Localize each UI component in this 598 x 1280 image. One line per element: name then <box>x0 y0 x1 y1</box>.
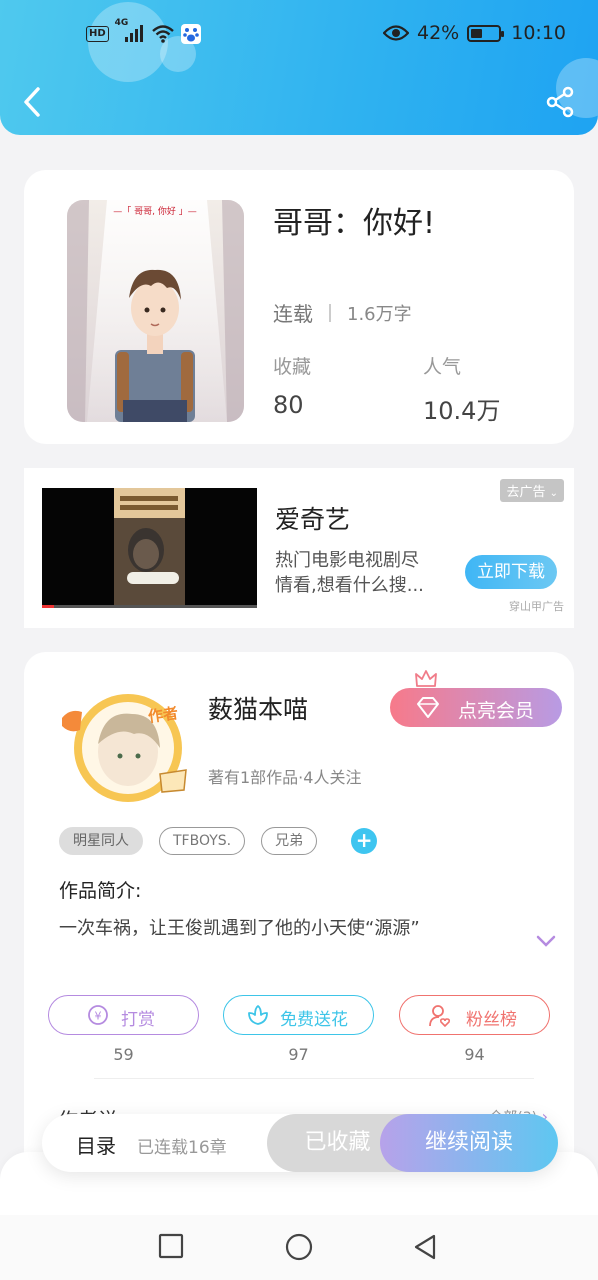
book-meta: 连载 1.6万字 <box>273 298 412 327</box>
share-icon[interactable] <box>544 86 576 118</box>
flower-count: 97 <box>288 1045 309 1064</box>
divider <box>329 303 331 322</box>
send-flower-button[interactable]: 免费送花 <box>223 995 374 1035</box>
author-name: 薮猫本喵 <box>208 695 309 724</box>
home-button[interactable] <box>285 1233 313 1261</box>
recent-apps-button[interactable] <box>158 1233 184 1259</box>
battery-percent: 42% <box>417 22 460 44</box>
ad-title: 爱奇艺 <box>275 505 351 534</box>
continue-reading-button[interactable]: 继续阅读 <box>380 1114 558 1172</box>
nav-back-button[interactable] <box>412 1233 438 1261</box>
fan-ranking-button[interactable]: 粉丝榜 <box>399 995 550 1035</box>
intro-text: 一次车祸，让王俊凯遇到了他的小天使“源源” <box>59 918 420 939</box>
divider <box>94 1078 534 1079</box>
favorites-label: 收藏 <box>273 356 312 378</box>
book-cover[interactable]: —「 哥哥, 你好 」— <box>67 200 244 422</box>
crown-icon <box>415 670 437 690</box>
reward-label: 打赏 <box>121 1010 155 1030</box>
svg-text:—「 哥哥, 你好 」—: —「 哥哥, 你好 」— <box>113 205 196 217</box>
reader-action-bar: 目录 已连载16章 已收藏 继续阅读 <box>42 1114 558 1172</box>
fan-count: 94 <box>464 1045 485 1064</box>
tag-chip[interactable]: TFBOYS. <box>159 827 246 855</box>
fan-icon <box>429 1005 451 1028</box>
book-title: 哥哥：你好! <box>273 206 436 241</box>
ad-banner[interactable]: 爱奇艺 热门电影电视剧尽情看,想看什么搜... 去广告 ⌄ 立即下载 穿山甲广告 <box>24 468 574 628</box>
chevron-down-icon: ⌄ <box>549 488 558 499</box>
reward-button[interactable]: ¥ 打赏 <box>48 995 199 1035</box>
toc-button[interactable]: 目录 <box>76 1130 116 1159</box>
status-bar: HD 4G 42% 10:10 <box>0 18 598 48</box>
remove-ad-label: 去广告 <box>506 485 546 500</box>
chevron-down-icon[interactable] <box>536 934 556 948</box>
system-nav-bar <box>0 1215 598 1280</box>
paw-app-icon <box>180 24 201 44</box>
back-button[interactable] <box>18 84 48 120</box>
word-count: 1.6万字 <box>347 303 412 325</box>
svg-text:¥: ¥ <box>95 1010 102 1023</box>
popularity-stat: 人气 10.4万 <box>423 352 500 426</box>
remove-ad-button[interactable]: 去广告 ⌄ <box>500 479 564 502</box>
popularity-label: 人气 <box>423 356 462 378</box>
battery-icon <box>467 24 505 42</box>
tag-chip[interactable]: 明星同人 <box>59 827 143 855</box>
ad-video-thumbnail[interactable] <box>42 488 257 608</box>
app-header: HD 4G 42% 10:10 <box>0 0 598 135</box>
hd-badge: HD <box>86 26 109 42</box>
eye-icon <box>383 25 409 41</box>
signal-icon: 4G <box>115 18 145 44</box>
vip-label: 点亮会员 <box>458 700 535 722</box>
ad-source-label: 穿山甲广告 <box>509 600 564 613</box>
clock: 10:10 <box>511 22 566 44</box>
vip-button[interactable]: 点亮会员 <box>390 688 562 727</box>
flower-icon <box>248 1005 268 1025</box>
book-info-card: —「 哥哥, 你好 」— 哥哥：你好! 连载 1.6万字 收藏 80 人气 10… <box>24 170 574 444</box>
author-meta: 著有1部作品·4人关注 <box>208 768 362 787</box>
tag-chip[interactable]: 兄弟 <box>261 827 318 855</box>
tag-list: 明星同人 TFBOYS. 兄弟 + <box>59 827 378 855</box>
chapter-count: 已连载16章 <box>137 1138 227 1158</box>
diamond-icon <box>417 697 439 718</box>
author-avatar[interactable]: 作者 <box>48 686 194 804</box>
intro-heading: 作品简介: <box>59 880 142 902</box>
favorited-label: 已收藏 <box>304 1130 371 1155</box>
reward-count: 59 <box>113 1045 134 1064</box>
popularity-value: 10.4万 <box>423 397 501 425</box>
send-flower-label: 免费送花 <box>280 1010 348 1030</box>
ad-description: 热门电影电视剧尽情看,想看什么搜... <box>275 550 424 596</box>
wifi-icon <box>151 25 174 43</box>
ad-download-button[interactable]: 立即下载 <box>465 555 557 589</box>
fan-ranking-label: 粉丝榜 <box>466 1010 517 1030</box>
author-badge: 作者 <box>146 703 180 726</box>
yen-coin-icon: ¥ <box>88 1005 108 1025</box>
serial-status: 连载 <box>273 302 313 326</box>
add-tag-button[interactable]: + <box>351 828 378 854</box>
favorites-stat: 收藏 80 <box>273 352 311 419</box>
favorites-value: 80 <box>273 391 304 419</box>
